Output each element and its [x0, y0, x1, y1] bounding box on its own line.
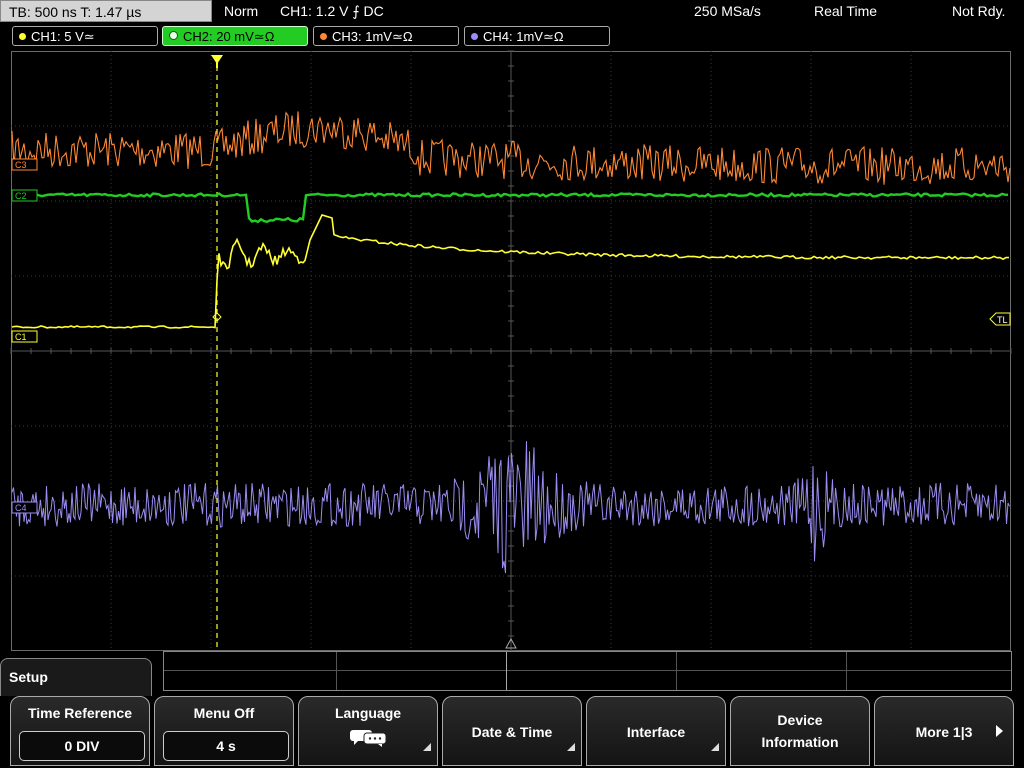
- menu-title-setup: Setup: [0, 658, 152, 696]
- time-reference-button[interactable]: Time Reference 0 DIV: [10, 696, 150, 766]
- trigger-level-marker: TL: [989, 312, 1011, 326]
- menu-off-button[interactable]: Menu Off 4 s: [154, 696, 294, 766]
- svg-text:TL: TL: [997, 315, 1008, 325]
- arrow-right-icon: [996, 725, 1003, 737]
- ch3-ground-marker: C3: [11, 158, 38, 171]
- more-button[interactable]: More 1|3: [874, 696, 1014, 766]
- date-time-button[interactable]: Date & Time: [442, 696, 582, 766]
- graticule-grid: [10, 50, 1012, 652]
- svg-text:C2: C2: [15, 191, 27, 201]
- language-button[interactable]: Language: [298, 696, 438, 766]
- ch2-ground-marker: C2: [11, 189, 38, 202]
- time-reference-value[interactable]: 0 DIV: [19, 731, 145, 761]
- ch1-ground-marker: C1: [11, 330, 38, 343]
- submenu-indicator-icon: [423, 743, 431, 751]
- menu-off-value[interactable]: 4 s: [163, 731, 289, 761]
- device-information-button[interactable]: Device Information: [730, 696, 870, 766]
- interface-button[interactable]: Interface: [586, 696, 726, 766]
- speech-bubble-icon: [350, 730, 387, 747]
- ch4-ground-marker: C4: [11, 501, 38, 514]
- overview-strip: [163, 651, 1012, 691]
- ch2-waveform: [11, 191, 1009, 224]
- softkey-bar: Time Reference 0 DIV Menu Off 4 s Langua…: [0, 696, 1024, 768]
- submenu-indicator-icon: [711, 743, 719, 751]
- svg-text:C3: C3: [15, 160, 27, 170]
- submenu-indicator-icon: [567, 743, 575, 751]
- svg-text:C4: C4: [15, 503, 27, 513]
- svg-text:C1: C1: [15, 332, 27, 342]
